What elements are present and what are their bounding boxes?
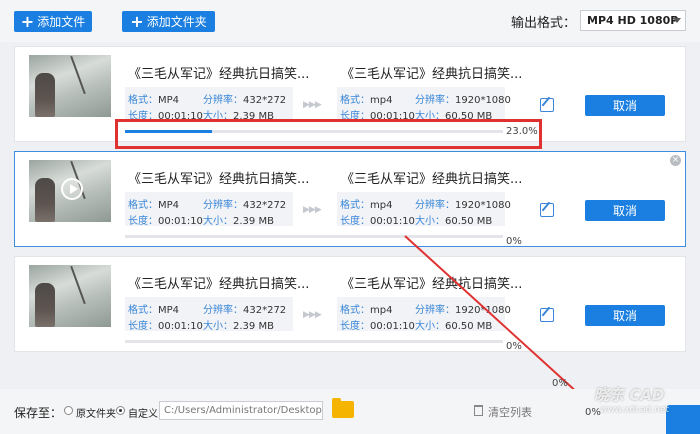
radio-original-label: 原文件夹: [76, 409, 116, 420]
radio-custom-folder[interactable]: [116, 406, 125, 415]
watermark: 晓东 CAD: [594, 386, 665, 404]
save-to-label: 保存至：: [14, 406, 63, 420]
radio-custom-label: 自定义: [128, 409, 158, 420]
radio-original-folder[interactable]: [64, 406, 73, 415]
save-path-input[interactable]: [159, 401, 323, 420]
clear-list-button[interactable]: 清空列表: [488, 404, 532, 420]
annotation-arrow: [404, 235, 613, 426]
total-progress-bottom: 0%: [585, 407, 601, 418]
watermark-url: www.xdcad.net: [600, 405, 669, 415]
trash-icon[interactable]: [474, 405, 483, 416]
convert-button[interactable]: [666, 405, 700, 434]
folder-icon[interactable]: [332, 398, 354, 418]
total-progress-top: 0%: [552, 378, 568, 389]
